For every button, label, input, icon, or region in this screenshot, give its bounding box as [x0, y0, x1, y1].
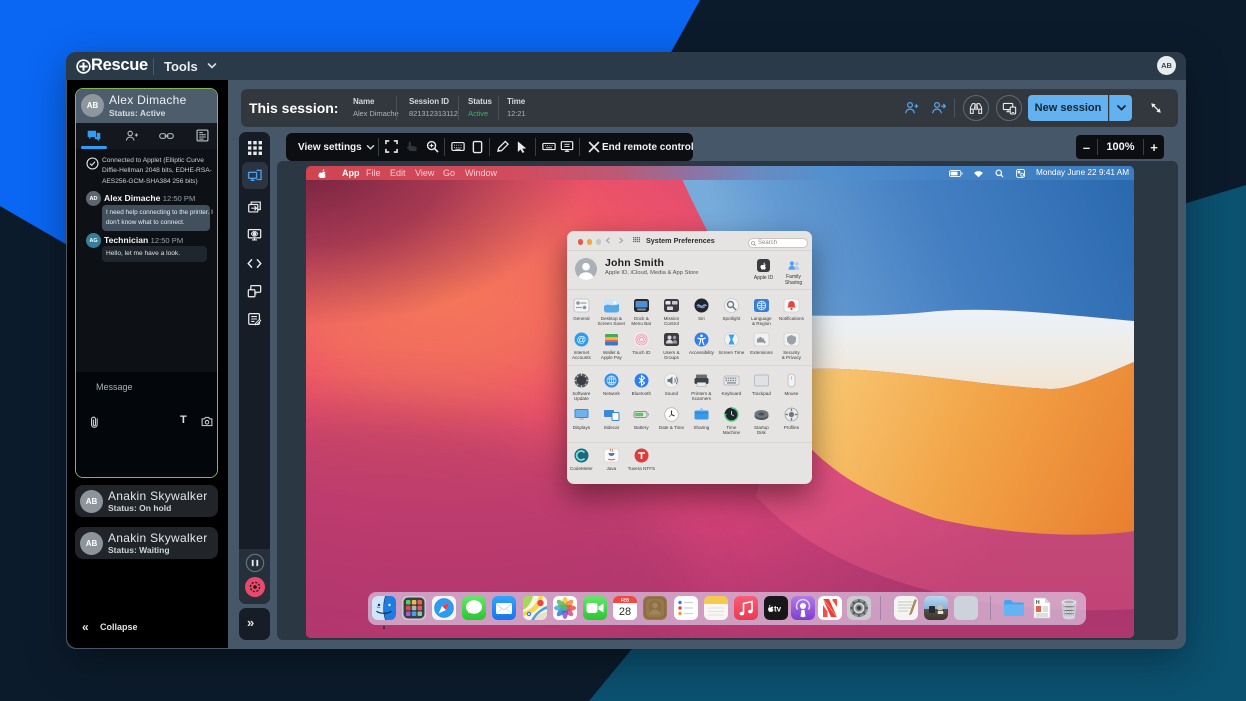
svg-text:FEB: FEB	[621, 597, 629, 602]
svg-text:@: @	[577, 335, 587, 346]
svg-text:28: 28	[619, 606, 631, 618]
svg-text:H: H	[1036, 600, 1040, 606]
svg-text:tv: tv	[774, 605, 782, 614]
